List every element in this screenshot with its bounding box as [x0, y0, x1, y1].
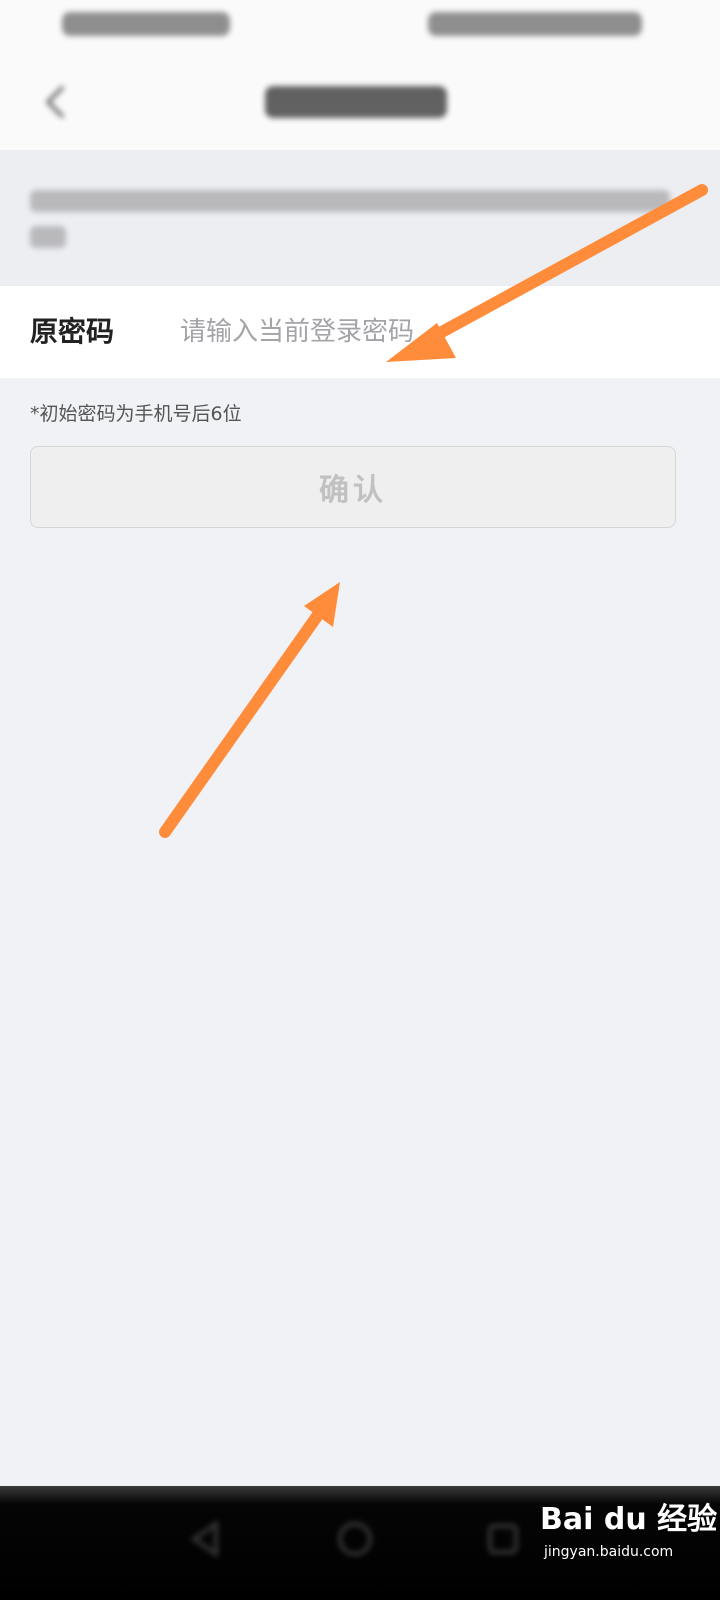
notice-text-blurred — [30, 226, 66, 248]
watermark-url: jingyan.baidu.com — [544, 1544, 674, 1560]
original-password-label: 原密码 — [30, 315, 115, 348]
status-bar-right-blurred — [428, 12, 642, 36]
back-arrow-icon[interactable] — [36, 82, 76, 122]
original-password-input[interactable] — [180, 310, 680, 354]
confirm-button[interactable]: 确认 — [30, 446, 676, 528]
square-recent-icon[interactable] — [478, 1514, 528, 1564]
watermark-logo-text: Bai du 经验 — [540, 1502, 718, 1537]
circle-home-icon[interactable] — [330, 1514, 380, 1564]
baidu-jingyan-watermark: Bai du 经验 jingyan.baidu.com — [540, 1496, 718, 1568]
arrow-to-button — [159, 582, 340, 838]
initial-password-hint: *初始密码为手机号后6位 — [30, 403, 242, 425]
original-password-row: 原密码 — [0, 286, 720, 378]
notice-text-blurred — [30, 190, 670, 212]
notice-banner — [0, 150, 720, 286]
status-bar-left-blurred — [62, 12, 230, 36]
status-bar — [0, 0, 720, 52]
nav-bar — [0, 52, 720, 150]
page-title-blurred — [265, 86, 447, 118]
triangle-back-icon[interactable] — [180, 1514, 230, 1564]
